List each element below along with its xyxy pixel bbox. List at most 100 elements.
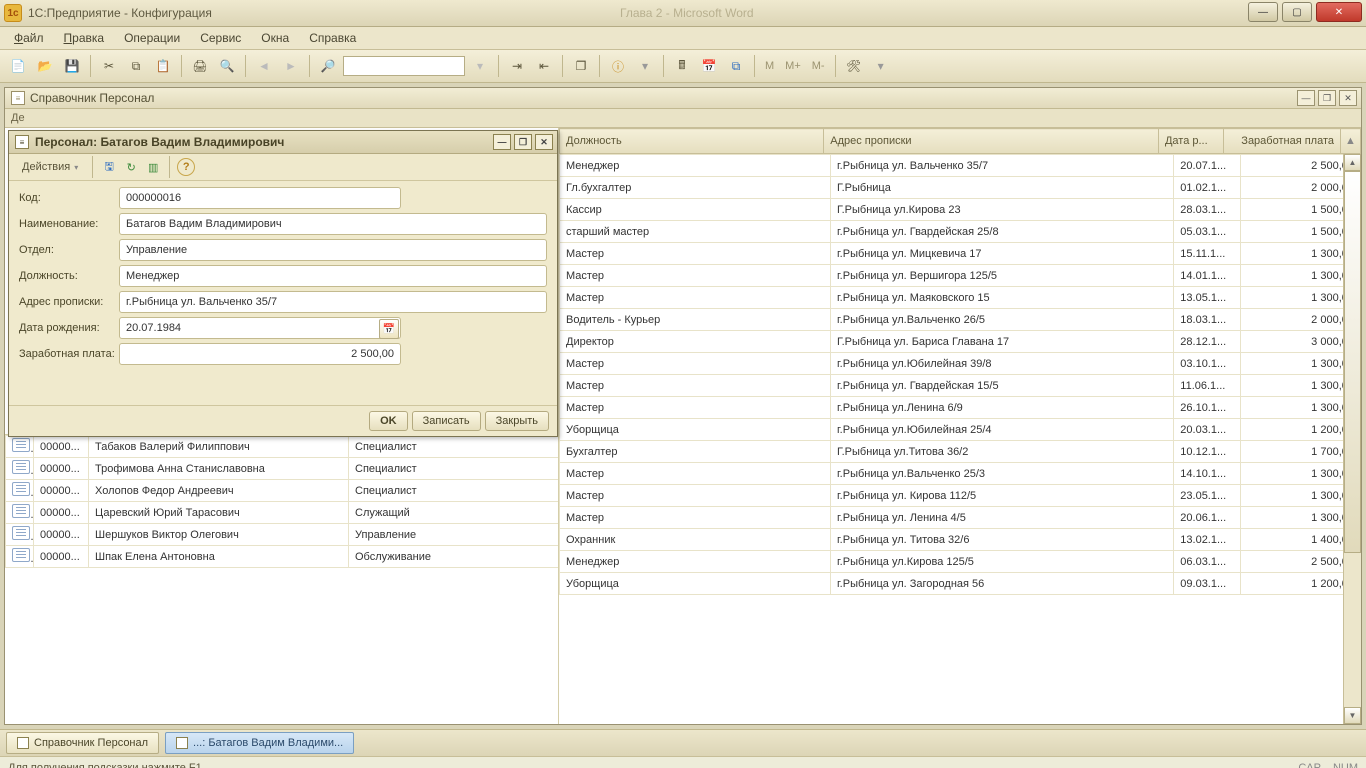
address-field[interactable]: [119, 291, 547, 313]
table-row[interactable]: 00000...Шпак Елена АнтоновнаОбслуживание: [6, 546, 559, 568]
refresh-icon[interactable]: ↻: [122, 158, 140, 176]
paste-icon[interactable]: 📋: [151, 54, 175, 78]
table-row[interactable]: КассирГ.Рыбница ул.Кирова 2328.03.1...1 …: [560, 199, 1361, 221]
divider: [754, 55, 755, 77]
table-row[interactable]: 00000...Шершуков Виктор ОлеговичУправлен…: [6, 524, 559, 546]
mdi-restore-icon[interactable]: ❐: [1318, 90, 1336, 106]
table-row[interactable]: 00000...Трофимова Анна СтаниславовнаСпец…: [6, 458, 559, 480]
new-icon[interactable]: 📄: [6, 54, 30, 78]
dialog-restore-icon[interactable]: ❐: [514, 134, 532, 150]
mdi-close-icon[interactable]: ✕: [1339, 90, 1357, 106]
scroll-thumb[interactable]: [1344, 171, 1361, 553]
label-code: Код:: [19, 192, 119, 204]
menu-edit[interactable]: Правка: [56, 29, 113, 47]
goto-icon[interactable]: ▥: [144, 158, 162, 176]
table-row[interactable]: Охранникг.Рыбница ул. Титова 32/613.02.1…: [560, 529, 1361, 551]
table-row[interactable]: Мастерг.Рыбница ул. Вершигора 125/514.01…: [560, 265, 1361, 287]
table-row[interactable]: Водитель - Курьерг.Рыбница ул.Вальченко …: [560, 309, 1361, 331]
dropdown-icon[interactable]: ▾: [633, 54, 657, 78]
dialog-titlebar[interactable]: ≡ Персонал: Батагов Вадим Владимирович —…: [9, 131, 557, 154]
table-row[interactable]: 00000...Холопов Федор АндреевичСпециалис…: [6, 480, 559, 502]
table-row[interactable]: Мастерг.Рыбница ул. Кирова 112/523.05.1.…: [560, 485, 1361, 507]
menu-operations[interactable]: Операции: [116, 29, 188, 47]
table-row[interactable]: БухгалтерГ.Рыбница ул.Титова 36/210.12.1…: [560, 441, 1361, 463]
close-button[interactable]: ✕: [1316, 2, 1362, 22]
print-icon[interactable]: 🖨: [188, 54, 212, 78]
left-pane: ≡ Персонал: Батагов Вадим Владимирович —…: [5, 128, 558, 724]
ok-button[interactable]: OK: [369, 411, 408, 431]
preview-icon[interactable]: 🔍: [215, 54, 239, 78]
memory-mplus[interactable]: M+: [781, 60, 805, 72]
table-row[interactable]: Гл.бухгалтерГ.Рыбница01.02.1...2 000,00: [560, 177, 1361, 199]
table-row[interactable]: Менеджерг.Рыбница ул.Кирова 125/506.03.1…: [560, 551, 1361, 573]
task-icon[interactable]: ⧉: [724, 54, 748, 78]
table-row[interactable]: Мастерг.Рыбница ул. Маяковского 1513.05.…: [560, 287, 1361, 309]
label-birthdate: Дата рождения:: [19, 322, 119, 334]
name-field[interactable]: [119, 213, 547, 235]
actions-button[interactable]: Действия▾: [15, 158, 85, 176]
scroll-up-icon[interactable]: ▲: [1344, 154, 1361, 171]
write-button[interactable]: Записать: [412, 411, 481, 431]
dropdown-icon[interactable]: ▾: [869, 54, 893, 78]
code-field[interactable]: [119, 187, 401, 209]
table-row[interactable]: Мастерг.Рыбница ул. Мицкевича 1715.11.1.…: [560, 243, 1361, 265]
col-birthdate[interactable]: Дата р...: [1158, 129, 1223, 154]
help-icon[interactable]: ?: [177, 158, 195, 176]
memory-mminus[interactable]: M-: [808, 60, 829, 72]
table-row[interactable]: Мастерг.Рыбница ул. Ленина 4/520.06.1...…: [560, 507, 1361, 529]
info-icon[interactable]: ⓘ: [606, 54, 630, 78]
task-directory[interactable]: Справочник Персонал: [6, 732, 159, 754]
save-and-close-icon[interactable]: 🖫: [100, 158, 118, 176]
salary-field[interactable]: [119, 343, 401, 365]
menu-help[interactable]: Справка: [301, 29, 364, 47]
table-row[interactable]: Уборщицаг.Рыбница ул. Загородная 5609.03…: [560, 573, 1361, 595]
cut-icon[interactable]: ✂: [97, 54, 121, 78]
goto-back-icon[interactable]: ⇤: [532, 54, 556, 78]
save-icon[interactable]: 💾: [60, 54, 84, 78]
menu-windows[interactable]: Окна: [253, 29, 297, 47]
table-row[interactable]: Мастерг.Рыбница ул.Юбилейная 39/803.10.1…: [560, 353, 1361, 375]
table-row[interactable]: Уборщицаг.Рыбница ул.Юбилейная 25/420.03…: [560, 419, 1361, 441]
memory-m[interactable]: M: [761, 60, 778, 72]
find-icon[interactable]: 🔎: [316, 54, 340, 78]
table-row[interactable]: 00000...Табаков Валерий ФилипповичСпециа…: [6, 436, 559, 458]
search-input[interactable]: [343, 56, 465, 76]
scroll-down-icon[interactable]: ▼: [1344, 707, 1361, 724]
dialog-close-icon[interactable]: ✕: [535, 134, 553, 150]
menu-file[interactable]: Файл: [6, 29, 52, 47]
find-next-icon[interactable]: ▾: [468, 54, 492, 78]
dept-field[interactable]: [119, 239, 547, 261]
table-row[interactable]: ДиректорГ.Рыбница ул. Бариса Главана 172…: [560, 331, 1361, 353]
calendar-picker-icon[interactable]: 📅: [379, 319, 399, 339]
back-icon[interactable]: ◄: [252, 54, 276, 78]
minimize-button[interactable]: —: [1248, 2, 1278, 22]
table-row[interactable]: Мастерг.Рыбница ул.Вальченко 25/314.10.1…: [560, 463, 1361, 485]
copy-icon[interactable]: ⧉: [124, 54, 148, 78]
col-position[interactable]: Должность: [560, 129, 824, 154]
windows-icon[interactable]: ❐: [569, 54, 593, 78]
task-record[interactable]: ...: Батагов Вадим Владими...: [165, 732, 354, 754]
table-row[interactable]: старший мастерг.Рыбница ул. Гвардейская …: [560, 221, 1361, 243]
menu-service[interactable]: Сервис: [192, 29, 249, 47]
close-dialog-button[interactable]: Закрыть: [485, 411, 549, 431]
mdi-minimize-icon[interactable]: —: [1297, 90, 1315, 106]
table-row[interactable]: Мастерг.Рыбница ул.Ленина 6/926.10.1...1…: [560, 397, 1361, 419]
maximize-button[interactable]: ▢: [1282, 2, 1312, 22]
forward-icon[interactable]: ►: [279, 54, 303, 78]
birthdate-field[interactable]: [119, 317, 401, 339]
col-address[interactable]: Адрес прописки: [824, 129, 1159, 154]
calendar-icon[interactable]: 📅: [697, 54, 721, 78]
table-row[interactable]: Менеджерг.Рыбница ул. Вальченко 35/720.0…: [560, 155, 1361, 177]
calc-icon[interactable]: 🖩: [670, 54, 694, 78]
col-salary[interactable]: Заработная плата: [1223, 129, 1340, 154]
position-field[interactable]: [119, 265, 547, 287]
goto-icon[interactable]: ⇥: [505, 54, 529, 78]
dialog-minimize-icon[interactable]: —: [493, 134, 511, 150]
scrollbar[interactable]: ▲ ▼: [1343, 154, 1361, 724]
open-icon[interactable]: 📂: [33, 54, 57, 78]
row-icon: [12, 482, 30, 496]
settings-icon[interactable]: 🛠: [842, 54, 866, 78]
table-row[interactable]: 00000...Царевский Юрий ТарасовичСлужащий: [6, 502, 559, 524]
table-row[interactable]: Мастерг.Рыбница ул. Гвардейская 15/511.0…: [560, 375, 1361, 397]
divider: [599, 55, 600, 77]
